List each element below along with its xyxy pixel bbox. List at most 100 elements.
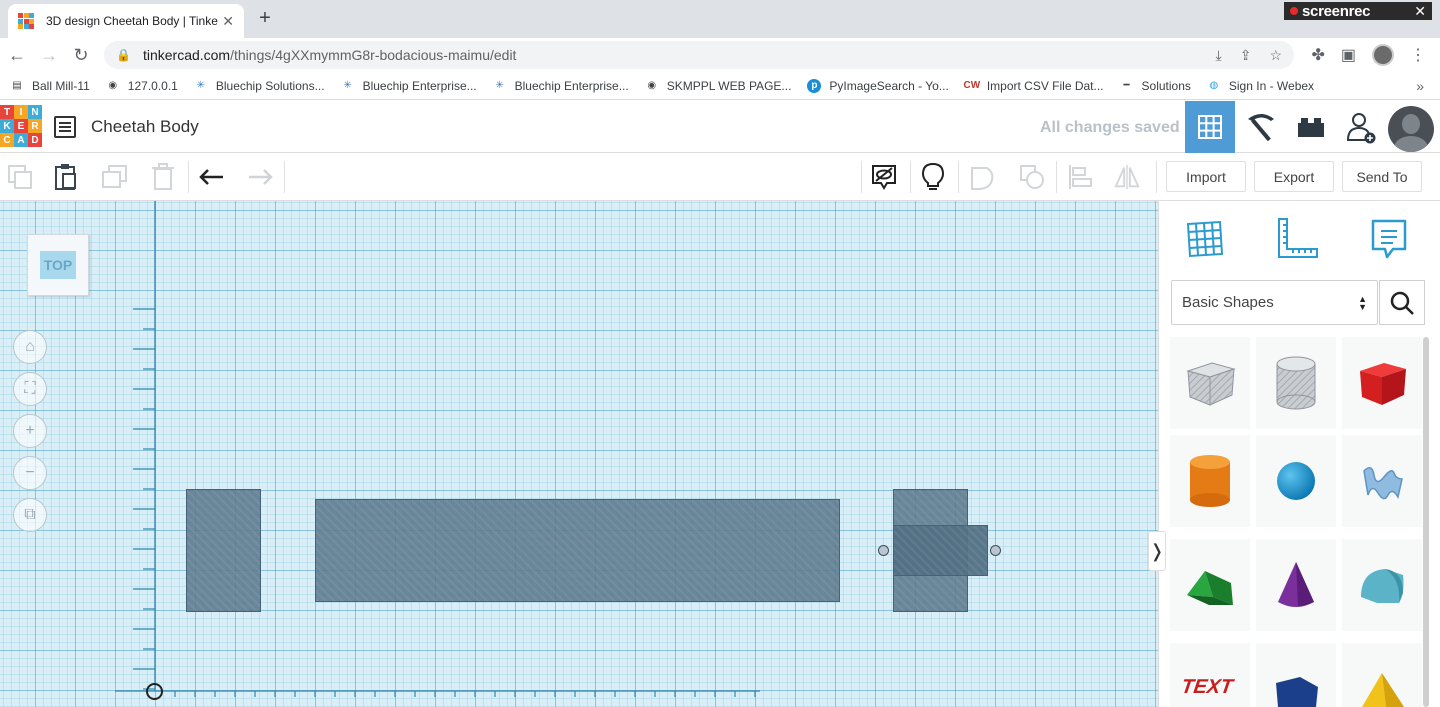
bookmark-item[interactable]: ▤ Ball Mill-11: [10, 79, 90, 93]
resize-handle[interactable]: [990, 545, 1001, 556]
shape-item-scribble[interactable]: [1342, 435, 1422, 527]
bookmark-item[interactable]: ✳ Bluechip Enterprise...: [341, 79, 476, 93]
workplane-origin-icon: [146, 683, 163, 700]
reload-icon[interactable]: ↻: [70, 44, 92, 66]
design-title[interactable]: Cheetah Body: [91, 117, 199, 137]
bookmark-item[interactable]: ━ Solutions: [1120, 79, 1191, 93]
chrome-menu-icon[interactable]: ⋮: [1410, 45, 1426, 65]
roof-icon: [1187, 571, 1233, 605]
view-cube[interactable]: TOP: [27, 234, 89, 296]
hide-notes-icon[interactable]: [870, 163, 898, 191]
shape-item-cylinder[interactable]: [1170, 435, 1250, 527]
bluechip-icon: ✳: [196, 80, 206, 91]
delete-trash-icon[interactable]: [149, 163, 177, 191]
shape-item-pyramid[interactable]: [1342, 643, 1422, 707]
bookmark-star-icon[interactable]: ☆: [1269, 47, 1282, 64]
address-bar[interactable]: 🔒 tinkercad.com /things/4gXXmymmG8r-boda…: [104, 41, 1294, 69]
lightbulb-icon[interactable]: [919, 162, 947, 191]
design-list-icon[interactable]: [54, 116, 76, 138]
round-roof-icon: [1361, 569, 1404, 603]
selected-box-shape[interactable]: [893, 525, 988, 576]
shape-item-box[interactable]: [1342, 337, 1422, 429]
export-button[interactable]: Export: [1254, 161, 1334, 192]
align-icon[interactable]: [1066, 163, 1094, 191]
svg-text:TEXT: TEXT: [1182, 676, 1236, 698]
shape-library-select[interactable]: Basic Shapes ▲ ▼: [1171, 280, 1378, 325]
box-shape[interactable]: [186, 489, 261, 612]
tinkercad-header: T I N K E R C A D Cheetah Body All chang…: [0, 101, 1440, 153]
document-icon: ▤: [12, 80, 22, 91]
profile-avatar-icon[interactable]: [1372, 44, 1394, 66]
tinkercad-logo[interactable]: T I N K E R C A D: [0, 105, 42, 149]
shape-item-round-roof[interactable]: [1342, 539, 1422, 631]
body-box-shape[interactable]: [315, 499, 840, 602]
logo-letter: N: [28, 105, 42, 119]
zoom-out-icon[interactable]: −: [13, 456, 47, 490]
bookmark-item[interactable]: ✳ Bluechip Enterprise...: [493, 79, 628, 93]
shape-item-box-hole[interactable]: [1170, 337, 1250, 429]
browser-tab-strip: 3D design Cheetah Body | Tinkercad ✕ + s…: [0, 0, 1440, 38]
bookmarks-overflow-icon[interactable]: »: [1416, 78, 1424, 94]
copy-icon[interactable]: [6, 163, 34, 191]
scribble-icon: [1363, 467, 1403, 500]
zoom-in-icon[interactable]: +: [13, 414, 47, 448]
ungroup-icon[interactable]: [1018, 163, 1046, 191]
logo-letter: R: [28, 119, 42, 133]
cone-icon: [1278, 562, 1314, 607]
import-button[interactable]: Import: [1166, 161, 1246, 192]
panel-scrollbar[interactable]: [1423, 337, 1429, 707]
blocks-view-button[interactable]: [1236, 101, 1286, 153]
globe-icon: ◉: [647, 80, 657, 91]
shape-search-button[interactable]: [1379, 280, 1425, 325]
shape-item-roof[interactable]: [1170, 539, 1250, 631]
bricks-view-button[interactable]: [1286, 101, 1336, 153]
browser-nav-bar: ← → ↻ 🔒 tinkercad.com /things/4gXXmymmG8…: [0, 38, 1440, 72]
notes-tool-button[interactable]: [1365, 215, 1413, 263]
bookmark-item[interactable]: ◉ 127.0.0.1: [106, 78, 178, 93]
bookmark-label: 127.0.0.1: [127, 78, 178, 93]
bookmark-label: Import CSV File Dat...: [986, 78, 1104, 93]
screenrec-close-icon[interactable]: ✕: [1414, 3, 1426, 20]
bookmark-item[interactable]: ◉ SKMPPL WEB PAGE...: [645, 79, 791, 93]
panel-collapse-icon[interactable]: ❭: [1148, 531, 1166, 571]
3d-design-view-button[interactable]: [1185, 101, 1235, 153]
shape-item-sphere[interactable]: [1256, 435, 1336, 527]
bookmark-item[interactable]: p PyImageSearch - Yo...: [807, 78, 949, 93]
forward-arrow-icon[interactable]: →: [38, 44, 60, 66]
paste-icon[interactable]: [52, 163, 80, 191]
shape-item-cone[interactable]: [1256, 539, 1336, 631]
extensions-puzzle-icon[interactable]: ✤: [1311, 45, 1324, 65]
share-icon[interactable]: ⇪: [1240, 47, 1252, 64]
duplicate-icon[interactable]: [101, 163, 129, 191]
send-to-button[interactable]: Send To: [1342, 161, 1422, 192]
undo-icon[interactable]: [198, 163, 226, 191]
group-icon[interactable]: [969, 163, 997, 191]
bookmark-item[interactable]: CW Import CSV File Dat...: [963, 78, 1104, 93]
ortho-view-icon[interactable]: ⧉: [13, 498, 47, 532]
user-avatar[interactable]: [1388, 106, 1434, 152]
shape-item-cylinder-hole[interactable]: [1256, 337, 1336, 429]
resize-handle[interactable]: [878, 545, 889, 556]
shape-item-text[interactable]: TEXT: [1170, 643, 1250, 707]
bookmark-label: PyImageSearch - Yo...: [829, 78, 949, 93]
home-view-icon[interactable]: ⌂: [13, 330, 47, 364]
back-arrow-icon[interactable]: ←: [6, 44, 28, 66]
workplane-tool-button[interactable]: [1181, 215, 1229, 263]
ruler-tool-button[interactable]: [1273, 215, 1321, 263]
search-icon: [1390, 291, 1414, 315]
shapes-panel: Basic Shapes ▲ ▼ TEXT: [1158, 201, 1440, 707]
bookmark-item[interactable]: ✳ Bluechip Solutions...: [194, 79, 325, 93]
browser-tab[interactable]: 3D design Cheetah Body | Tinkercad ✕: [8, 4, 244, 38]
shape-item-polygon[interactable]: [1256, 643, 1336, 707]
record-dot-icon: [1290, 7, 1298, 15]
new-tab-icon[interactable]: +: [254, 8, 276, 30]
tab-close-icon[interactable]: ✕: [222, 13, 234, 30]
mirror-icon[interactable]: [1113, 163, 1141, 191]
invite-user-button[interactable]: [1336, 101, 1386, 153]
redo-icon[interactable]: [246, 163, 274, 191]
install-app-icon[interactable]: ⤓: [1216, 47, 1222, 64]
bookmark-item[interactable]: ◍ Sign In - Webex: [1207, 79, 1315, 93]
workplane-canvas[interactable]: TOP ⌂ ⛶ + − ⧉: [0, 201, 1158, 707]
fit-view-icon[interactable]: ⛶: [13, 372, 47, 406]
side-panel-icon[interactable]: ▣: [1341, 45, 1356, 65]
